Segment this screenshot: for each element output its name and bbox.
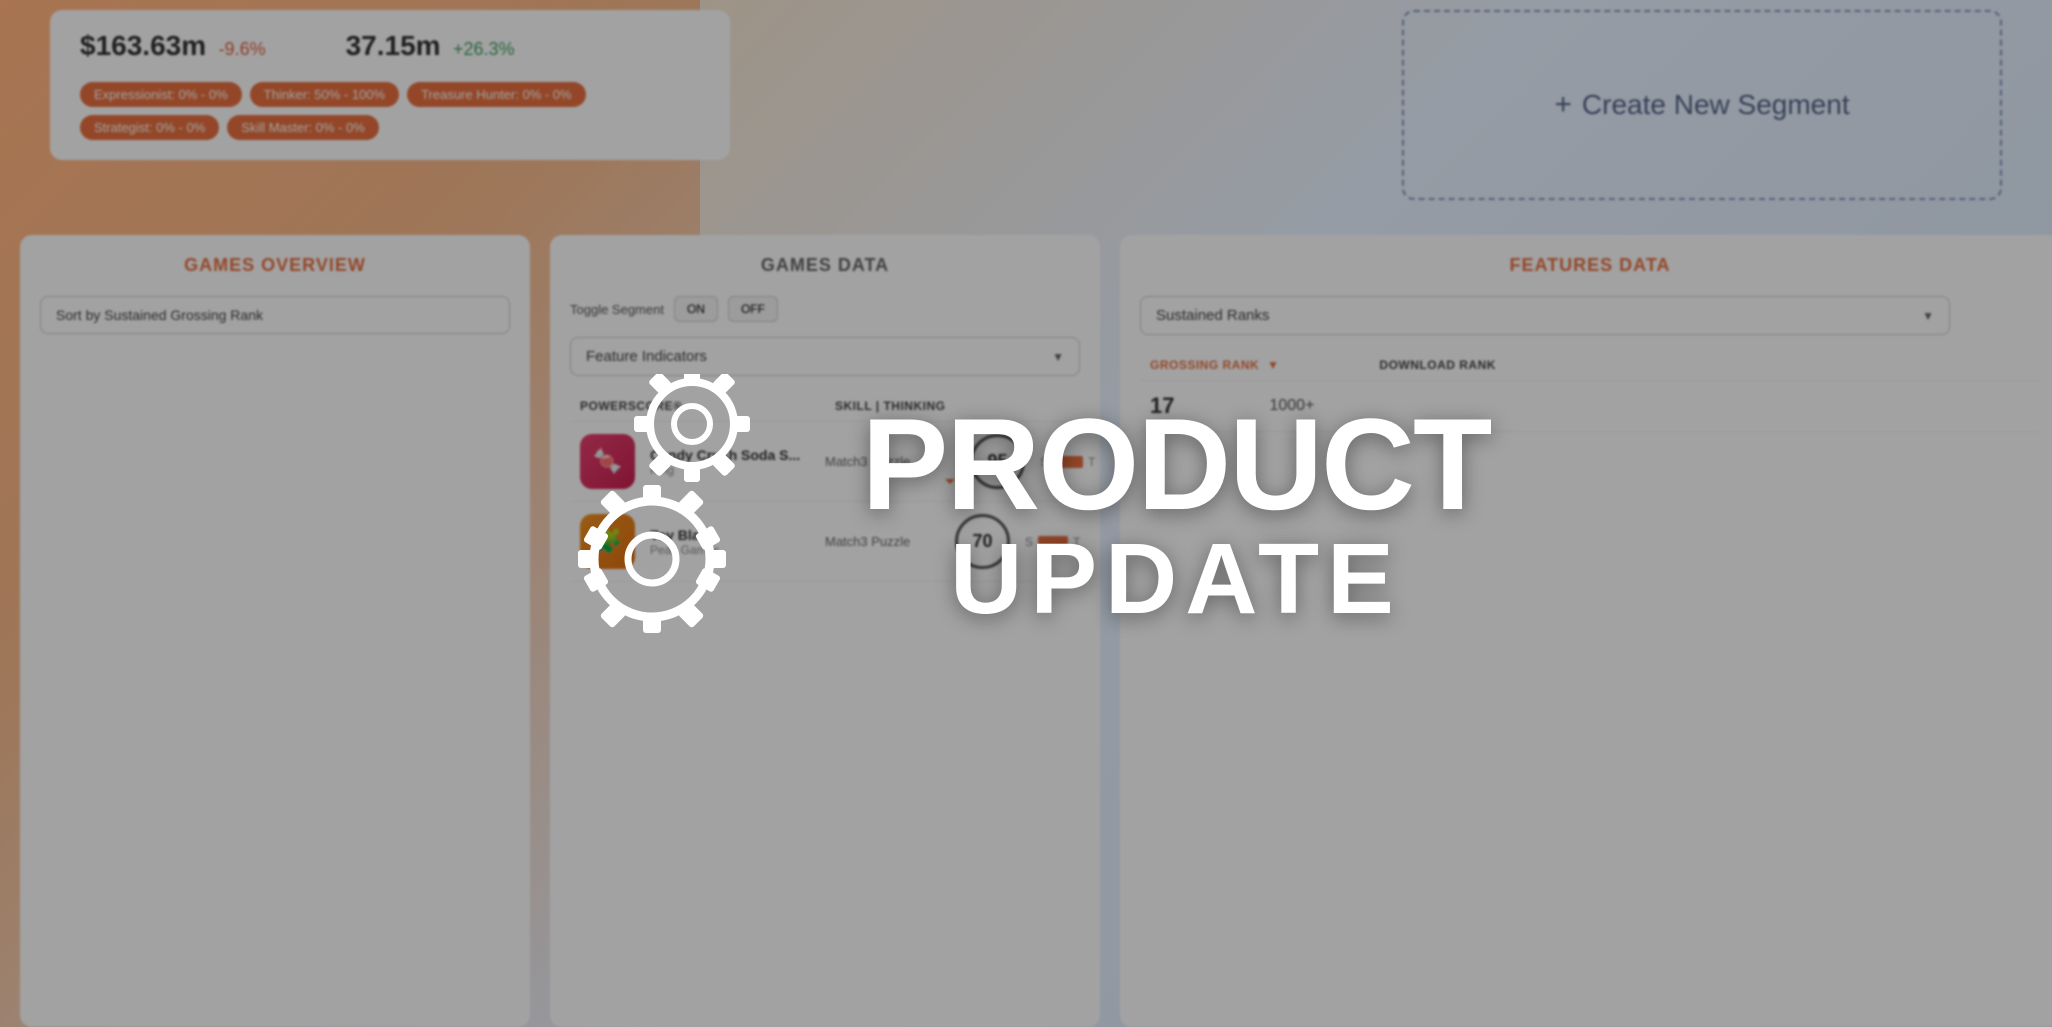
gears-svg: [562, 374, 822, 664]
overlay-content: PRODUCT UPDATE: [562, 374, 1491, 654]
update-word: UPDATE: [862, 529, 1491, 629]
product-update-overlay: PRODUCT UPDATE: [0, 0, 2052, 1027]
product-word: PRODUCT: [862, 399, 1491, 529]
gears-container: [562, 374, 802, 654]
product-update-text-block: PRODUCT UPDATE: [862, 399, 1491, 629]
